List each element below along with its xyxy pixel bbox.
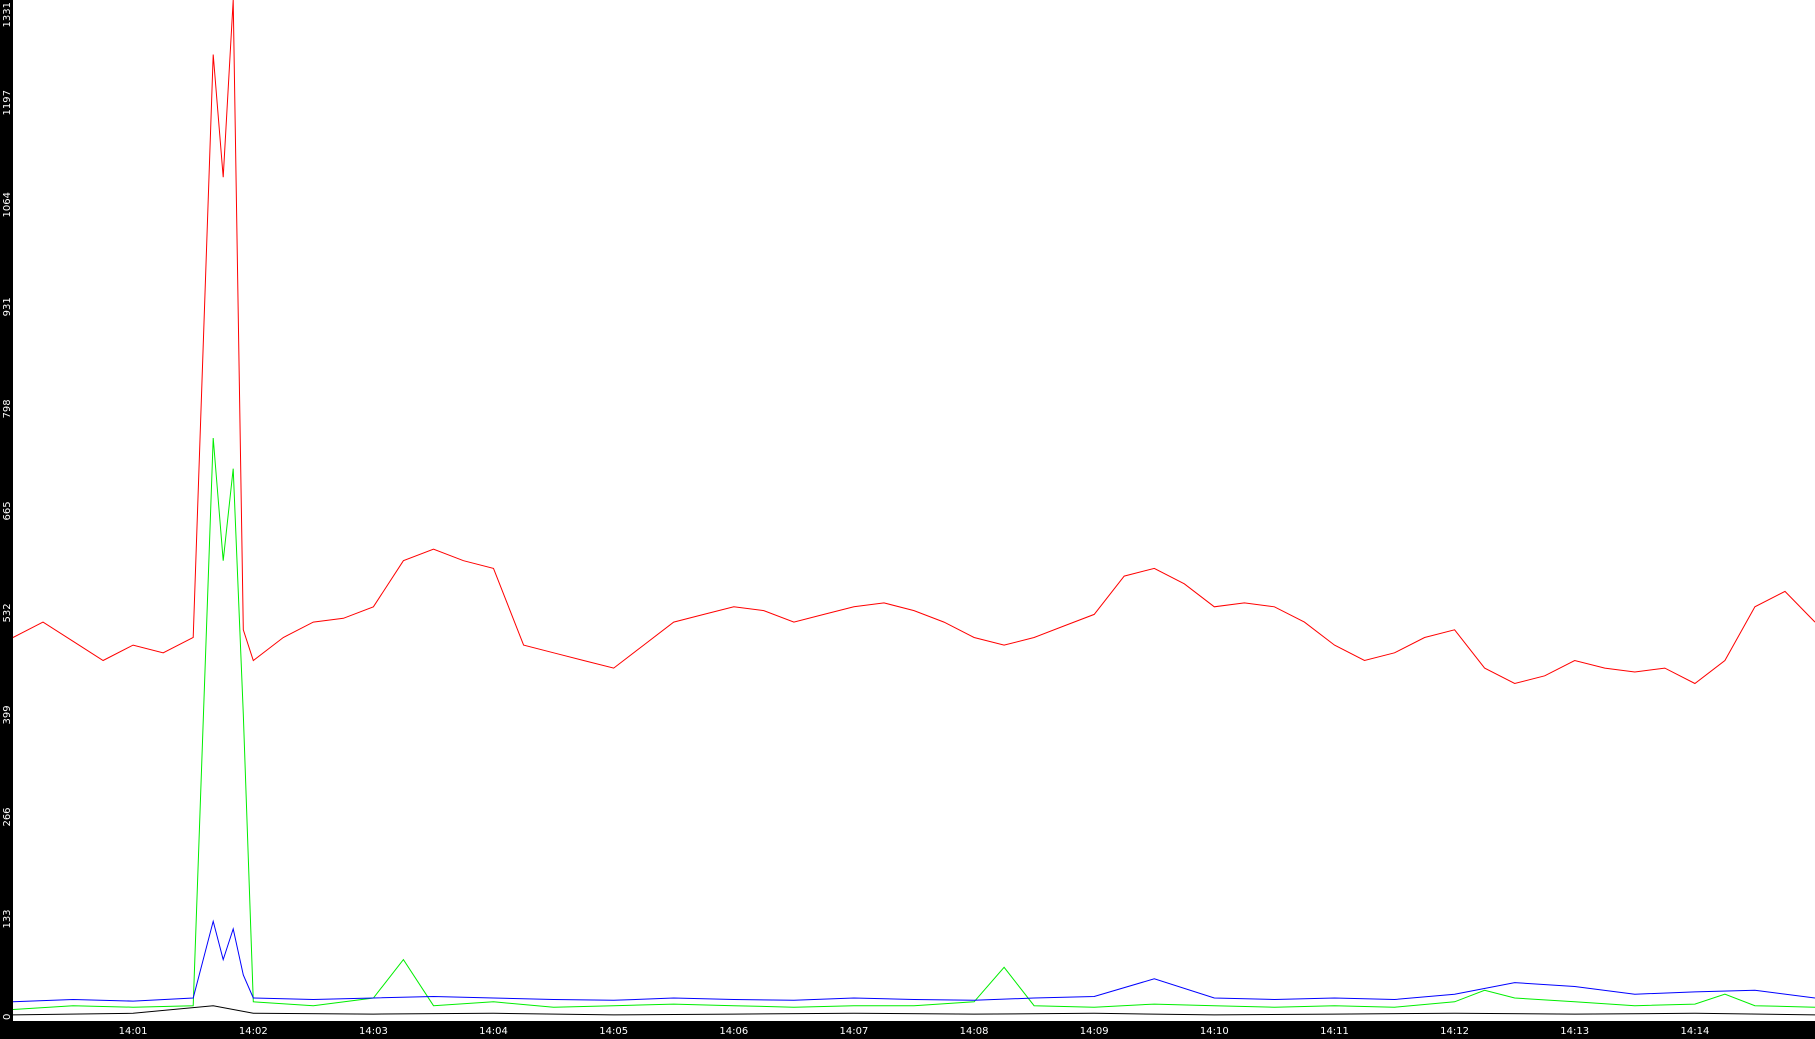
- x-tick-label: 14:05: [599, 1026, 628, 1037]
- chart-svg: 0 133 266 399 532 665 798 931 1064 1197 1331 14:01…: [0, 0, 1815, 1039]
- y-tick-label: 399: [2, 705, 13, 724]
- y-tick-label: 133: [2, 909, 13, 928]
- plot-background: [0, 0, 1815, 1039]
- x-tick-label: 14:06: [719, 1026, 748, 1037]
- x-tick-label: 14:02: [239, 1026, 268, 1037]
- y-tick-label: 798: [2, 399, 13, 418]
- x-tick-label: 14:09: [1080, 1026, 1109, 1037]
- chart: 0 133 266 399 532 665 798 931 1064 1197 1331 14:01…: [0, 0, 1815, 1039]
- y-tick-label: 931: [2, 297, 13, 316]
- x-tick-label: 14:04: [479, 1026, 508, 1037]
- x-tick-label: 14:01: [119, 1026, 148, 1037]
- x-tick-label: 14:07: [839, 1026, 868, 1037]
- y-tick-label: 665: [2, 501, 13, 520]
- y-tick-label: 0: [2, 1014, 13, 1020]
- y-tick-label: 1064: [2, 192, 13, 217]
- x-tick-label: 14:12: [1440, 1026, 1469, 1037]
- y-tick-label: 1331: [2, 2, 13, 27]
- x-axis-band: [0, 1021, 1815, 1039]
- x-tick-label: 14:11: [1320, 1026, 1349, 1037]
- x-tick-label: 14:14: [1680, 1026, 1709, 1037]
- y-tick-label: 1197: [2, 90, 13, 115]
- x-tick-label: 14:08: [960, 1026, 989, 1037]
- y-tick-label: 532: [2, 603, 13, 622]
- x-tick-label: 14:03: [359, 1026, 388, 1037]
- y-tick-label: 266: [2, 807, 13, 826]
- x-tick-label: 14:13: [1560, 1026, 1589, 1037]
- x-tick-label: 14:10: [1200, 1026, 1229, 1037]
